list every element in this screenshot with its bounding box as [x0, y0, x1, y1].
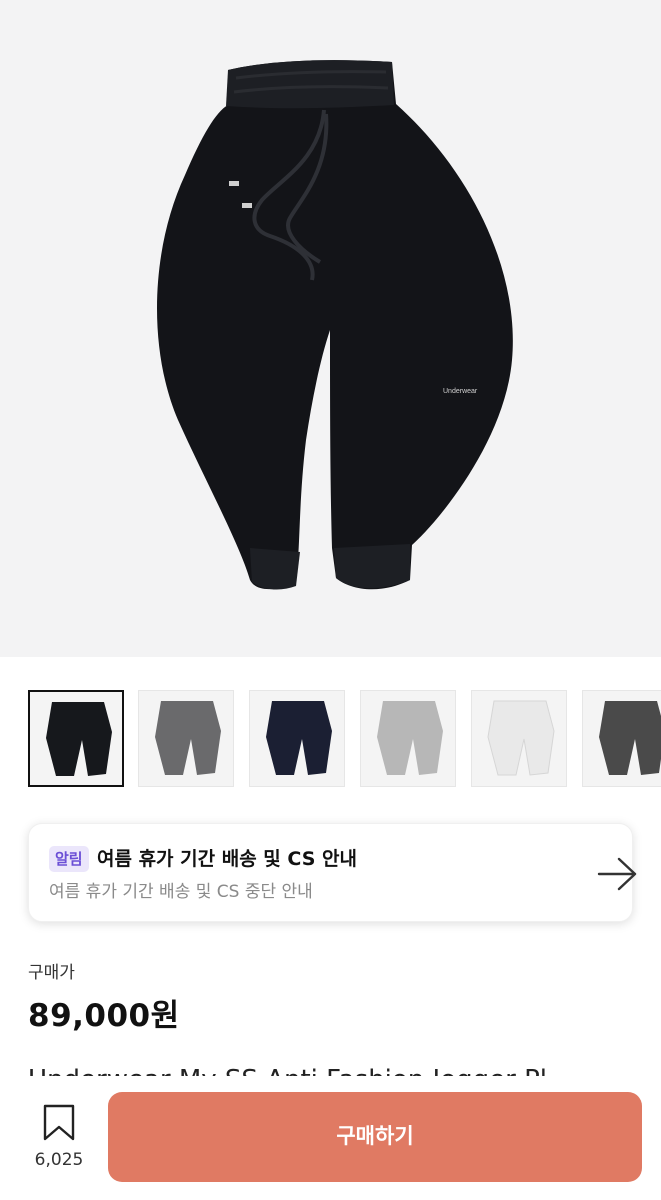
product-hero-image[interactable]: Underwear: [0, 0, 661, 657]
price-label: 구매가: [28, 963, 75, 983]
notice-card[interactable]: 알림 여름 휴가 기간 배송 및 CS 안내 여름 휴가 기간 배송 및 CS …: [28, 823, 637, 922]
notice-title: 여름 휴가 기간 배송 및 CS 안내: [97, 848, 357, 870]
bookmark-count: 6,025: [34, 1150, 84, 1170]
thumbnail-gray[interactable]: [138, 690, 234, 787]
buy-button[interactable]: 구매하기: [108, 1092, 642, 1182]
arrow-right-icon[interactable]: [595, 854, 641, 894]
thumbnail-charcoal[interactable]: [582, 690, 661, 787]
product-title-text: Underwear My SS Anti Fashion Jogger Pl: [28, 1064, 658, 1076]
thumbnail-white[interactable]: [471, 690, 567, 787]
pants-logo-text: Underwear: [443, 388, 478, 395]
thumbnail-black[interactable]: [28, 690, 124, 787]
thumbnail-navy[interactable]: [249, 690, 345, 787]
bookmark-icon: [43, 1104, 75, 1141]
thumbnail-light-gray[interactable]: [360, 690, 456, 787]
price-value: 89,000원: [28, 998, 180, 1034]
product-title: Underwear My SS Anti Fashion Jogger Pl: [28, 1062, 658, 1076]
pants-photo: Underwear: [157, 60, 513, 590]
notice-subtitle: 여름 휴가 기간 배송 및 CS 중단 안내: [49, 882, 313, 902]
bookmark-button[interactable]: 6,025: [25, 1100, 93, 1180]
notice-badge: 알림: [49, 846, 89, 872]
thumbnail-strip[interactable]: [28, 690, 661, 788]
